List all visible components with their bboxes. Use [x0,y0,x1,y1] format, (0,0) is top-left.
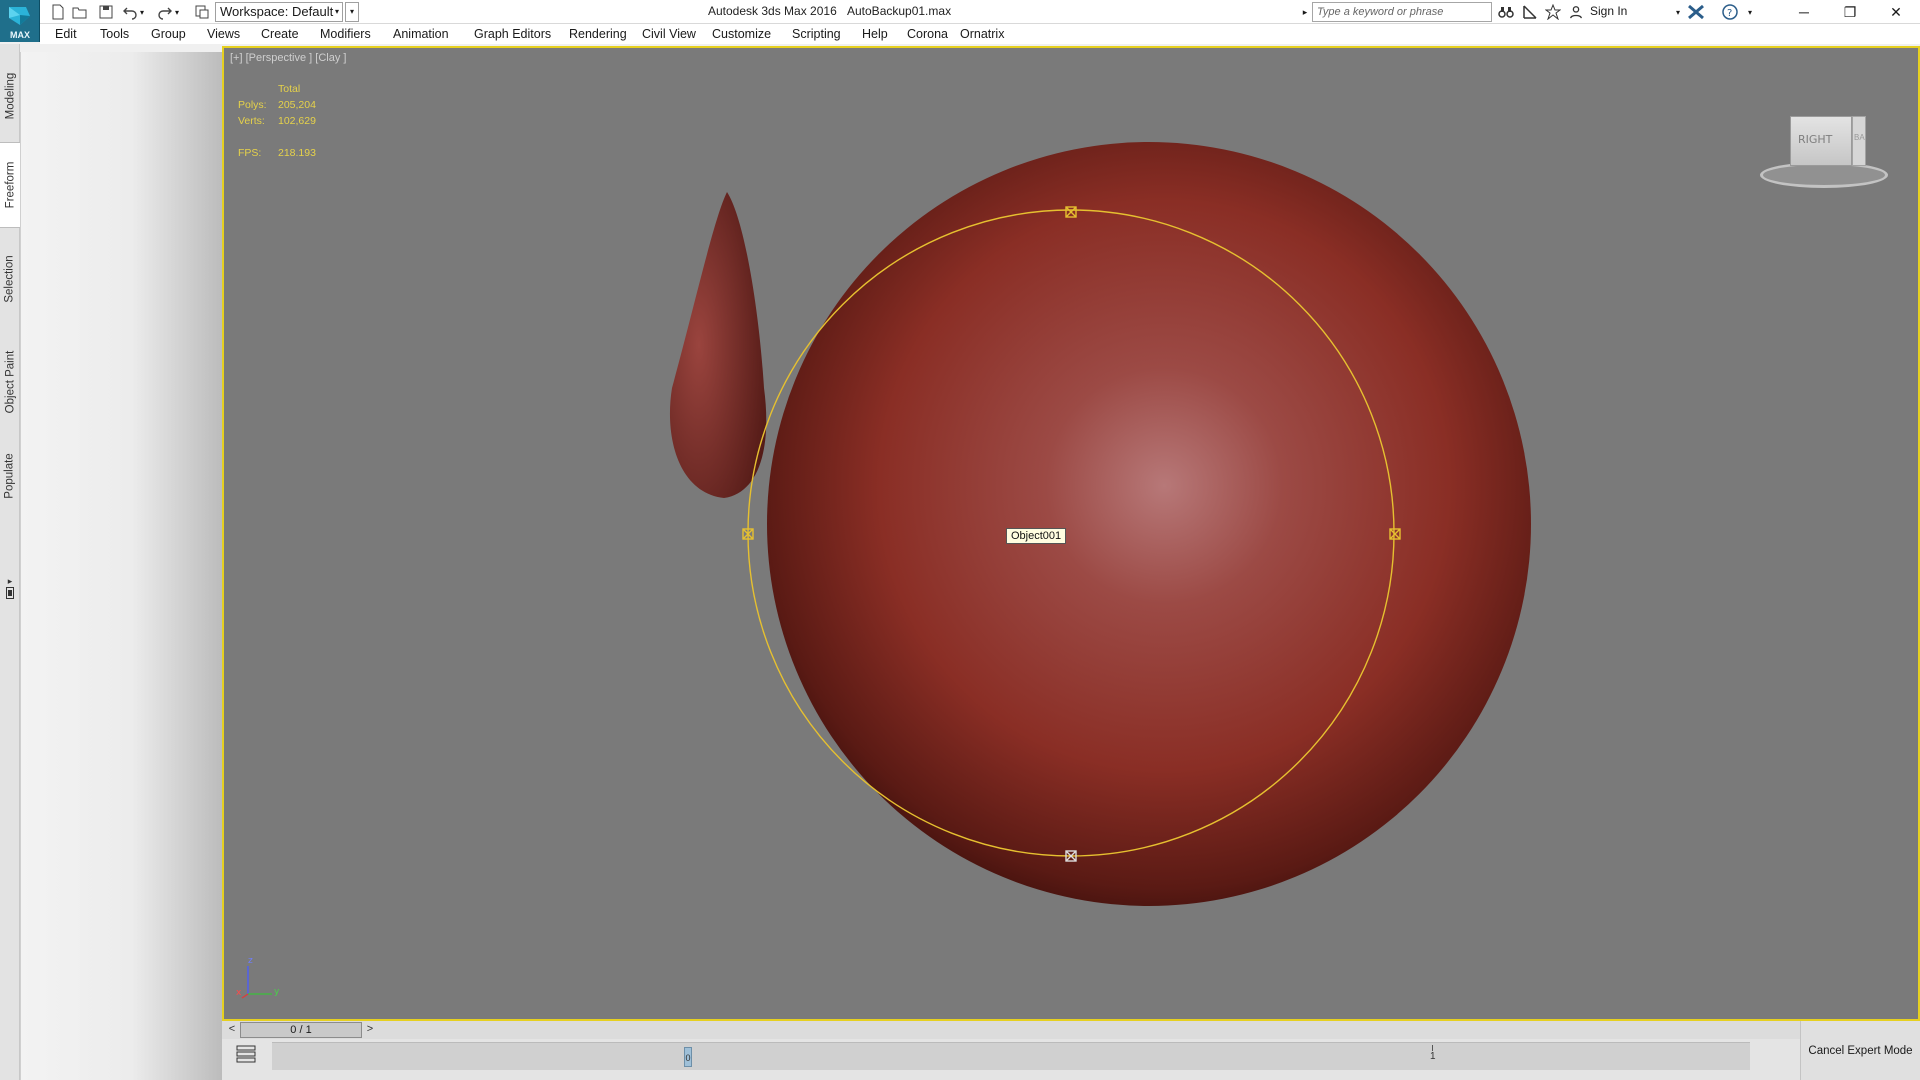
chevron-down-icon: ▾ [334,7,339,16]
viewcube-side-label: BA [1854,133,1865,142]
new-file-icon[interactable] [48,3,68,21]
menu-edit[interactable]: Edit [55,27,77,41]
window-title: Autodesk 3ds Max 2016 [708,4,837,18]
perspective-viewport[interactable]: [+] [Perspective ] [Clay ] Total Polys: … [222,46,1920,1021]
menu-customize[interactable]: Customize [712,27,771,41]
subscription-icon[interactable] [1520,3,1540,21]
quick-access-customize-icon[interactable]: ▾ [345,2,359,22]
search-input[interactable]: Type a keyword or phrase [1312,2,1492,22]
star-icon[interactable] [1543,3,1563,21]
search-placeholder: Type a keyword or phrase [1317,6,1444,18]
menu-graph-editors[interactable]: Graph Editors [474,27,551,41]
tab-selection-label: Selection [4,255,16,303]
menu-civil-view[interactable]: Civil View [642,27,696,41]
sphere-mesh [767,142,1531,906]
menu-rendering[interactable]: Rendering [569,27,627,41]
close-icon[interactable]: ✕ [1873,0,1919,24]
tab-freeform-label: Freeform [4,161,16,209]
menu-ornatrix[interactable]: Ornatrix [960,27,1004,41]
app-menu-button[interactable]: MAX [0,0,40,42]
track-bar-timeline[interactable]: 0 1 [272,1042,1750,1070]
menu-tools[interactable]: Tools [100,27,129,41]
undo-dropdown-icon[interactable]: ▾ [137,3,147,21]
project-folder-icon[interactable] [192,3,212,21]
time-slider-thumb[interactable]: 0 / 1 [240,1022,362,1038]
menu-create[interactable]: Create [261,27,299,41]
exchange-apps-icon[interactable] [1686,3,1706,21]
track-end-label: 1 [1430,1051,1436,1062]
object-name-tooltip: Object001 [1006,528,1067,544]
app-logo-label: MAX [10,30,30,40]
binoculars-icon[interactable] [1496,3,1516,21]
tab-populate-label: Populate [4,453,16,499]
minimize-icon[interactable]: ─ [1781,0,1827,24]
tab-populate[interactable]: Populate [0,436,20,516]
workspace-label: Workspace: Default [220,4,334,19]
tab-modeling[interactable]: Modeling [0,56,20,136]
help-dropdown-icon[interactable]: ▾ [1740,3,1760,21]
viewcube[interactable]: RIGHT BA [1760,112,1888,192]
menu-help[interactable]: Help [862,27,888,41]
track-bar: 0 1 [222,1039,1800,1080]
viewcube-face-label: RIGHT [1798,133,1833,146]
tab-object-paint-label: Object Paint [4,350,16,414]
open-file-icon[interactable] [70,3,90,21]
menu-bar: Edit Tools Group Views Create Modifiers … [40,24,1920,44]
time-slider-next-button[interactable]: > [362,1022,378,1038]
viewport-scene: z y x [236,142,1531,999]
ribbon-minimize-icon[interactable]: ▸ [5,576,15,602]
svg-text:?: ? [1727,8,1732,19]
axis-z-label: z [248,956,253,966]
cancel-expert-mode-button[interactable]: Cancel Expert Mode [1800,1021,1920,1080]
tab-selection[interactable]: Selection [0,234,20,324]
menu-animation[interactable]: Animation [393,27,449,41]
current-frame-label: 0 [685,1053,691,1063]
save-file-icon[interactable] [96,3,116,21]
axis-x-label: x [236,988,242,998]
menu-corona[interactable]: Corona [907,27,948,41]
tab-modeling-label: Modeling [4,72,17,120]
window-file-name: AutoBackup01.max [847,4,952,18]
title-bar: MAX ▾ ▾ Workspace: Default ▾ ▾ Autodesk … [0,0,1920,42]
mini-curve-editor-icon[interactable] [236,1045,256,1063]
axis-tripod-icon [241,966,272,999]
3dsmax-logo-icon [9,7,30,25]
current-frame-marker[interactable]: 0 [684,1047,692,1067]
menu-scripting[interactable]: Scripting [792,27,841,41]
sign-in-button[interactable]: Sign In [1590,4,1627,18]
workspace-dropdown[interactable]: Workspace: Default ▾ [215,2,343,22]
ribbon-tab-strip: Modeling Freeform Selection Object Paint… [0,44,20,1080]
ribbon-panel [20,52,222,1080]
menu-group[interactable]: Group [151,27,186,41]
help-icon[interactable]: ? [1720,3,1740,21]
time-slider-prev-button[interactable]: < [224,1022,240,1038]
teardrop-mesh [669,192,767,498]
sign-in-dropdown-icon[interactable]: ▾ [1668,3,1688,21]
viewcube-face-back[interactable]: BA [1852,116,1866,166]
cancel-expert-mode-label: Cancel Expert Mode [1808,1044,1913,1057]
tab-freeform[interactable]: Freeform [0,142,20,228]
time-slider: < 0 / 1 > [222,1021,1800,1039]
menu-views[interactable]: Views [207,27,240,41]
viewcube-face-right[interactable]: RIGHT [1790,116,1852,166]
axis-y-label: y [274,987,280,997]
user-icon [1566,3,1586,21]
search-expand-icon[interactable]: ▸ [1299,2,1311,22]
redo-dropdown-icon[interactable]: ▾ [172,3,182,21]
restore-icon[interactable]: ❐ [1827,0,1873,24]
tab-object-paint[interactable]: Object Paint [0,334,20,430]
time-slider-frame-label: 0 / 1 [290,1024,312,1036]
menu-modifiers[interactable]: Modifiers [320,27,371,41]
